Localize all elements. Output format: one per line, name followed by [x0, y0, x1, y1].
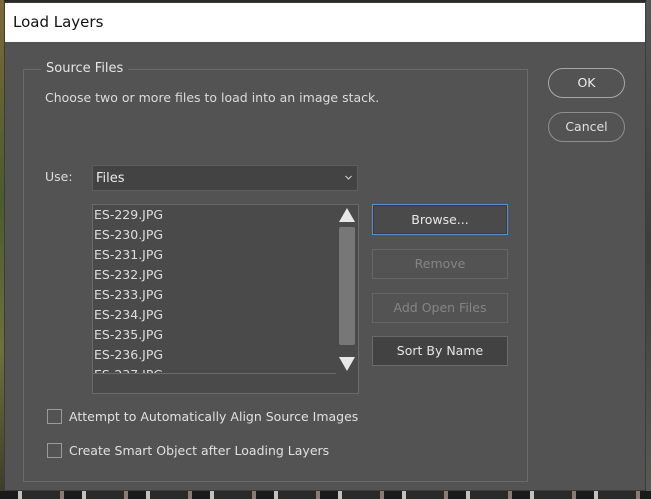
chevron-down-icon — [345, 175, 352, 180]
smart-object-checkbox[interactable] — [47, 443, 62, 458]
horizontal-scrollbar[interactable] — [93, 373, 338, 393]
background-bottom — [0, 491, 651, 499]
list-item[interactable]: ES-233.JPG — [93, 285, 338, 305]
list-item[interactable]: ES-234.JPG — [93, 305, 338, 325]
triangle-down-icon[interactable] — [338, 356, 356, 372]
dialog-title: Load Layers — [13, 13, 104, 31]
list-item[interactable]: ES-232.JPG — [93, 265, 338, 285]
ok-button[interactable]: OK — [548, 68, 625, 98]
sort-by-name-button[interactable]: Sort By Name — [372, 336, 508, 366]
list-item[interactable]: ES-235.JPG — [93, 325, 338, 345]
description-text: Choose two or more files to load into an… — [45, 90, 380, 105]
file-list[interactable]: ES-229.JPG ES-230.JPG ES-231.JPG ES-232.… — [92, 204, 359, 394]
list-item[interactable]: ES-230.JPG — [93, 225, 338, 245]
vertical-scrollbar[interactable] — [336, 205, 358, 393]
use-select[interactable]: Files — [92, 165, 358, 191]
browse-button[interactable]: Browse... — [372, 204, 508, 235]
list-item[interactable]: ES-231.JPG — [93, 245, 338, 265]
cancel-button[interactable]: Cancel — [548, 112, 625, 142]
scrollbar-thumb[interactable] — [339, 227, 355, 345]
use-select-value: Files — [96, 171, 125, 186]
list-item[interactable]: ES-229.JPG — [93, 205, 338, 225]
smart-object-checkbox-label[interactable]: Create Smart Object after Loading Layers — [69, 443, 329, 458]
group-title: Source Files — [41, 61, 129, 76]
list-item[interactable]: ES-236.JPG — [93, 345, 338, 365]
background-right — [646, 0, 651, 499]
title-bar[interactable]: Load Layers — [5, 3, 645, 42]
align-checkbox-label[interactable]: Attempt to Automatically Align Source Im… — [69, 409, 358, 424]
triangle-up-icon[interactable] — [338, 207, 356, 223]
align-checkbox[interactable] — [47, 409, 62, 424]
add-open-files-button: Add Open Files — [372, 293, 508, 323]
load-layers-dialog: Load Layers Source Files Choose two or m… — [4, 2, 646, 491]
remove-button: Remove — [372, 249, 508, 279]
use-label: Use: — [45, 169, 73, 184]
